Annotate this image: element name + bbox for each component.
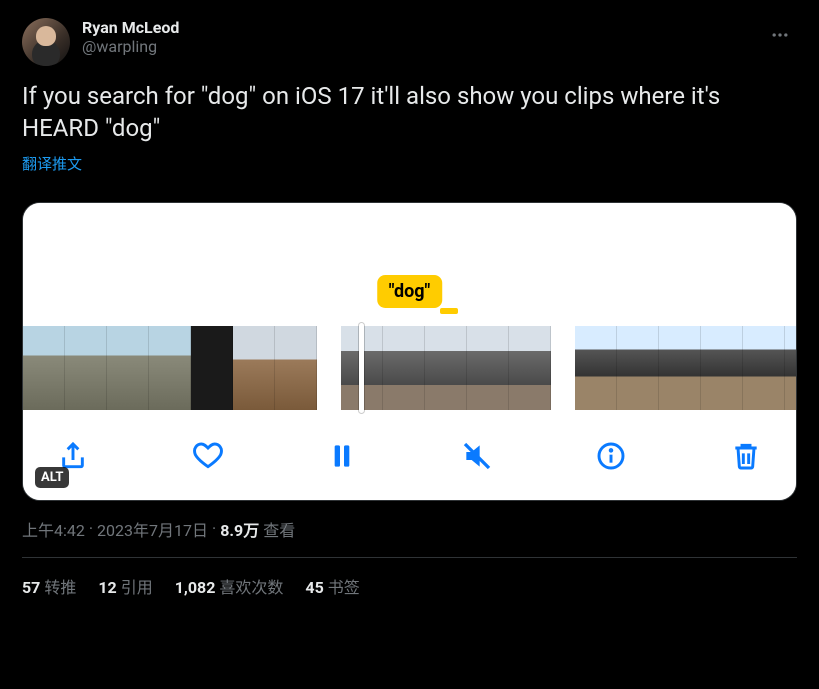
mute-button[interactable]	[457, 436, 497, 476]
divider	[22, 557, 797, 558]
translate-link[interactable]: 翻译推文	[22, 153, 82, 174]
clip-group-2[interactable]	[341, 326, 551, 410]
meta-dot: ·	[89, 519, 93, 538]
info-button[interactable]	[591, 436, 631, 476]
likes-label: 喜欢次数	[219, 578, 283, 597]
mute-icon	[461, 440, 493, 472]
video-frame	[191, 326, 233, 410]
trash-icon	[730, 440, 762, 472]
video-frame	[743, 326, 785, 410]
video-frame	[23, 326, 65, 410]
tweet-meta: 上午4:42 · 2023年7月17日 · 8.9万 查看	[22, 517, 797, 541]
video-frame	[575, 326, 617, 410]
media-card[interactable]: "dog"	[22, 202, 797, 501]
pause-icon	[326, 440, 358, 472]
likes-count: 1,082	[175, 578, 216, 597]
pause-button[interactable]	[322, 436, 362, 476]
info-icon	[595, 440, 627, 472]
handle: @warpling	[82, 37, 179, 56]
tweet-container: Ryan McLeod @warpling If you search for …	[6, 6, 813, 610]
retweets-count: 57	[22, 578, 40, 597]
ellipsis-icon	[770, 25, 790, 45]
media-top-area: "dog"	[23, 203, 796, 308]
heart-icon	[192, 440, 224, 472]
like-button[interactable]	[188, 436, 228, 476]
retweets-stat[interactable]: 57转推	[22, 574, 76, 598]
quotes-stat[interactable]: 12 引用	[98, 574, 152, 598]
video-frame	[107, 326, 149, 410]
avatar[interactable]	[22, 18, 70, 66]
video-frame	[509, 326, 551, 410]
stats-row: 57转推 12 引用 1,082喜欢次数 45 书签	[22, 574, 797, 598]
meta-dot: ·	[212, 519, 216, 538]
media-toolbar	[23, 418, 796, 500]
video-frame	[425, 326, 467, 410]
bookmarks-count: 45	[305, 578, 323, 597]
video-frame	[275, 326, 317, 410]
video-frame	[659, 326, 701, 410]
views-label: 查看	[263, 517, 295, 541]
quotes-label: 引用	[121, 578, 153, 597]
delete-button[interactable]	[726, 436, 766, 476]
display-name: Ryan McLeod	[82, 18, 179, 37]
retweets-label: 转推	[44, 578, 76, 597]
transcript-badge: "dog"	[377, 275, 443, 308]
bookmarks-label: 书签	[328, 578, 360, 597]
clip-group-3[interactable]	[575, 326, 797, 410]
more-button[interactable]	[763, 18, 797, 52]
video-frame	[65, 326, 107, 410]
transcript-marker	[440, 308, 458, 314]
video-frame	[383, 326, 425, 410]
tweet-text: If you search for "dog" on iOS 17 it'll …	[22, 80, 797, 145]
playhead[interactable]	[359, 323, 364, 413]
author-block[interactable]: Ryan McLeod @warpling	[82, 18, 179, 56]
video-frame	[467, 326, 509, 410]
tweet-time[interactable]: 上午4:42	[22, 517, 85, 541]
video-frame	[785, 326, 797, 410]
tweet-date[interactable]: 2023年7月17日	[97, 517, 208, 541]
clip-group-1[interactable]	[23, 326, 317, 410]
tweet-header: Ryan McLeod @warpling	[22, 18, 797, 66]
video-frame	[149, 326, 191, 410]
alt-badge[interactable]: ALT	[35, 467, 69, 488]
likes-stat[interactable]: 1,082喜欢次数	[175, 574, 284, 598]
video-frame	[701, 326, 743, 410]
filmstrip[interactable]	[23, 308, 796, 418]
bookmarks-stat[interactable]: 45 书签	[305, 574, 359, 598]
views-count: 8.9万	[220, 517, 259, 541]
quotes-count: 12	[98, 578, 116, 597]
video-frame	[617, 326, 659, 410]
video-frame	[233, 326, 275, 410]
